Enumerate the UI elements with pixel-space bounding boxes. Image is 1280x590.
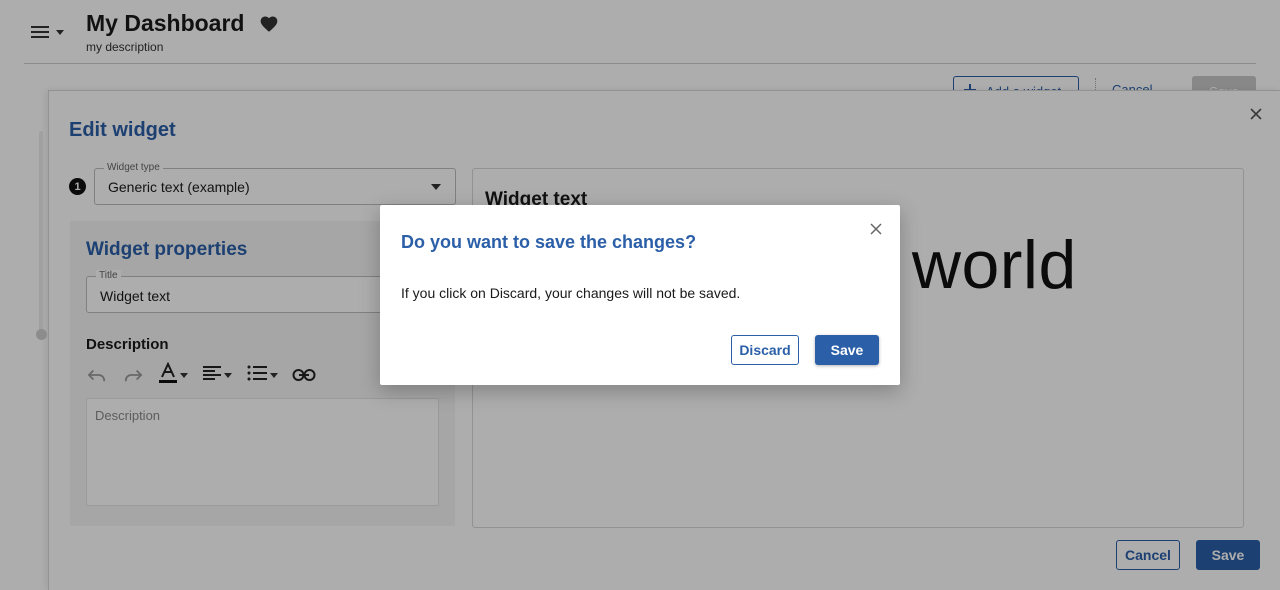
dialog-save-button[interactable]: Save [815,335,879,365]
close-icon[interactable] [869,222,883,236]
dialog-title: Do you want to save the changes? [401,232,697,252]
discard-button[interactable]: Discard [731,335,799,365]
save-changes-dialog: Do you want to save the changes? If you … [380,205,900,385]
dialog-message: If you click on Discard, your changes wi… [401,285,741,301]
